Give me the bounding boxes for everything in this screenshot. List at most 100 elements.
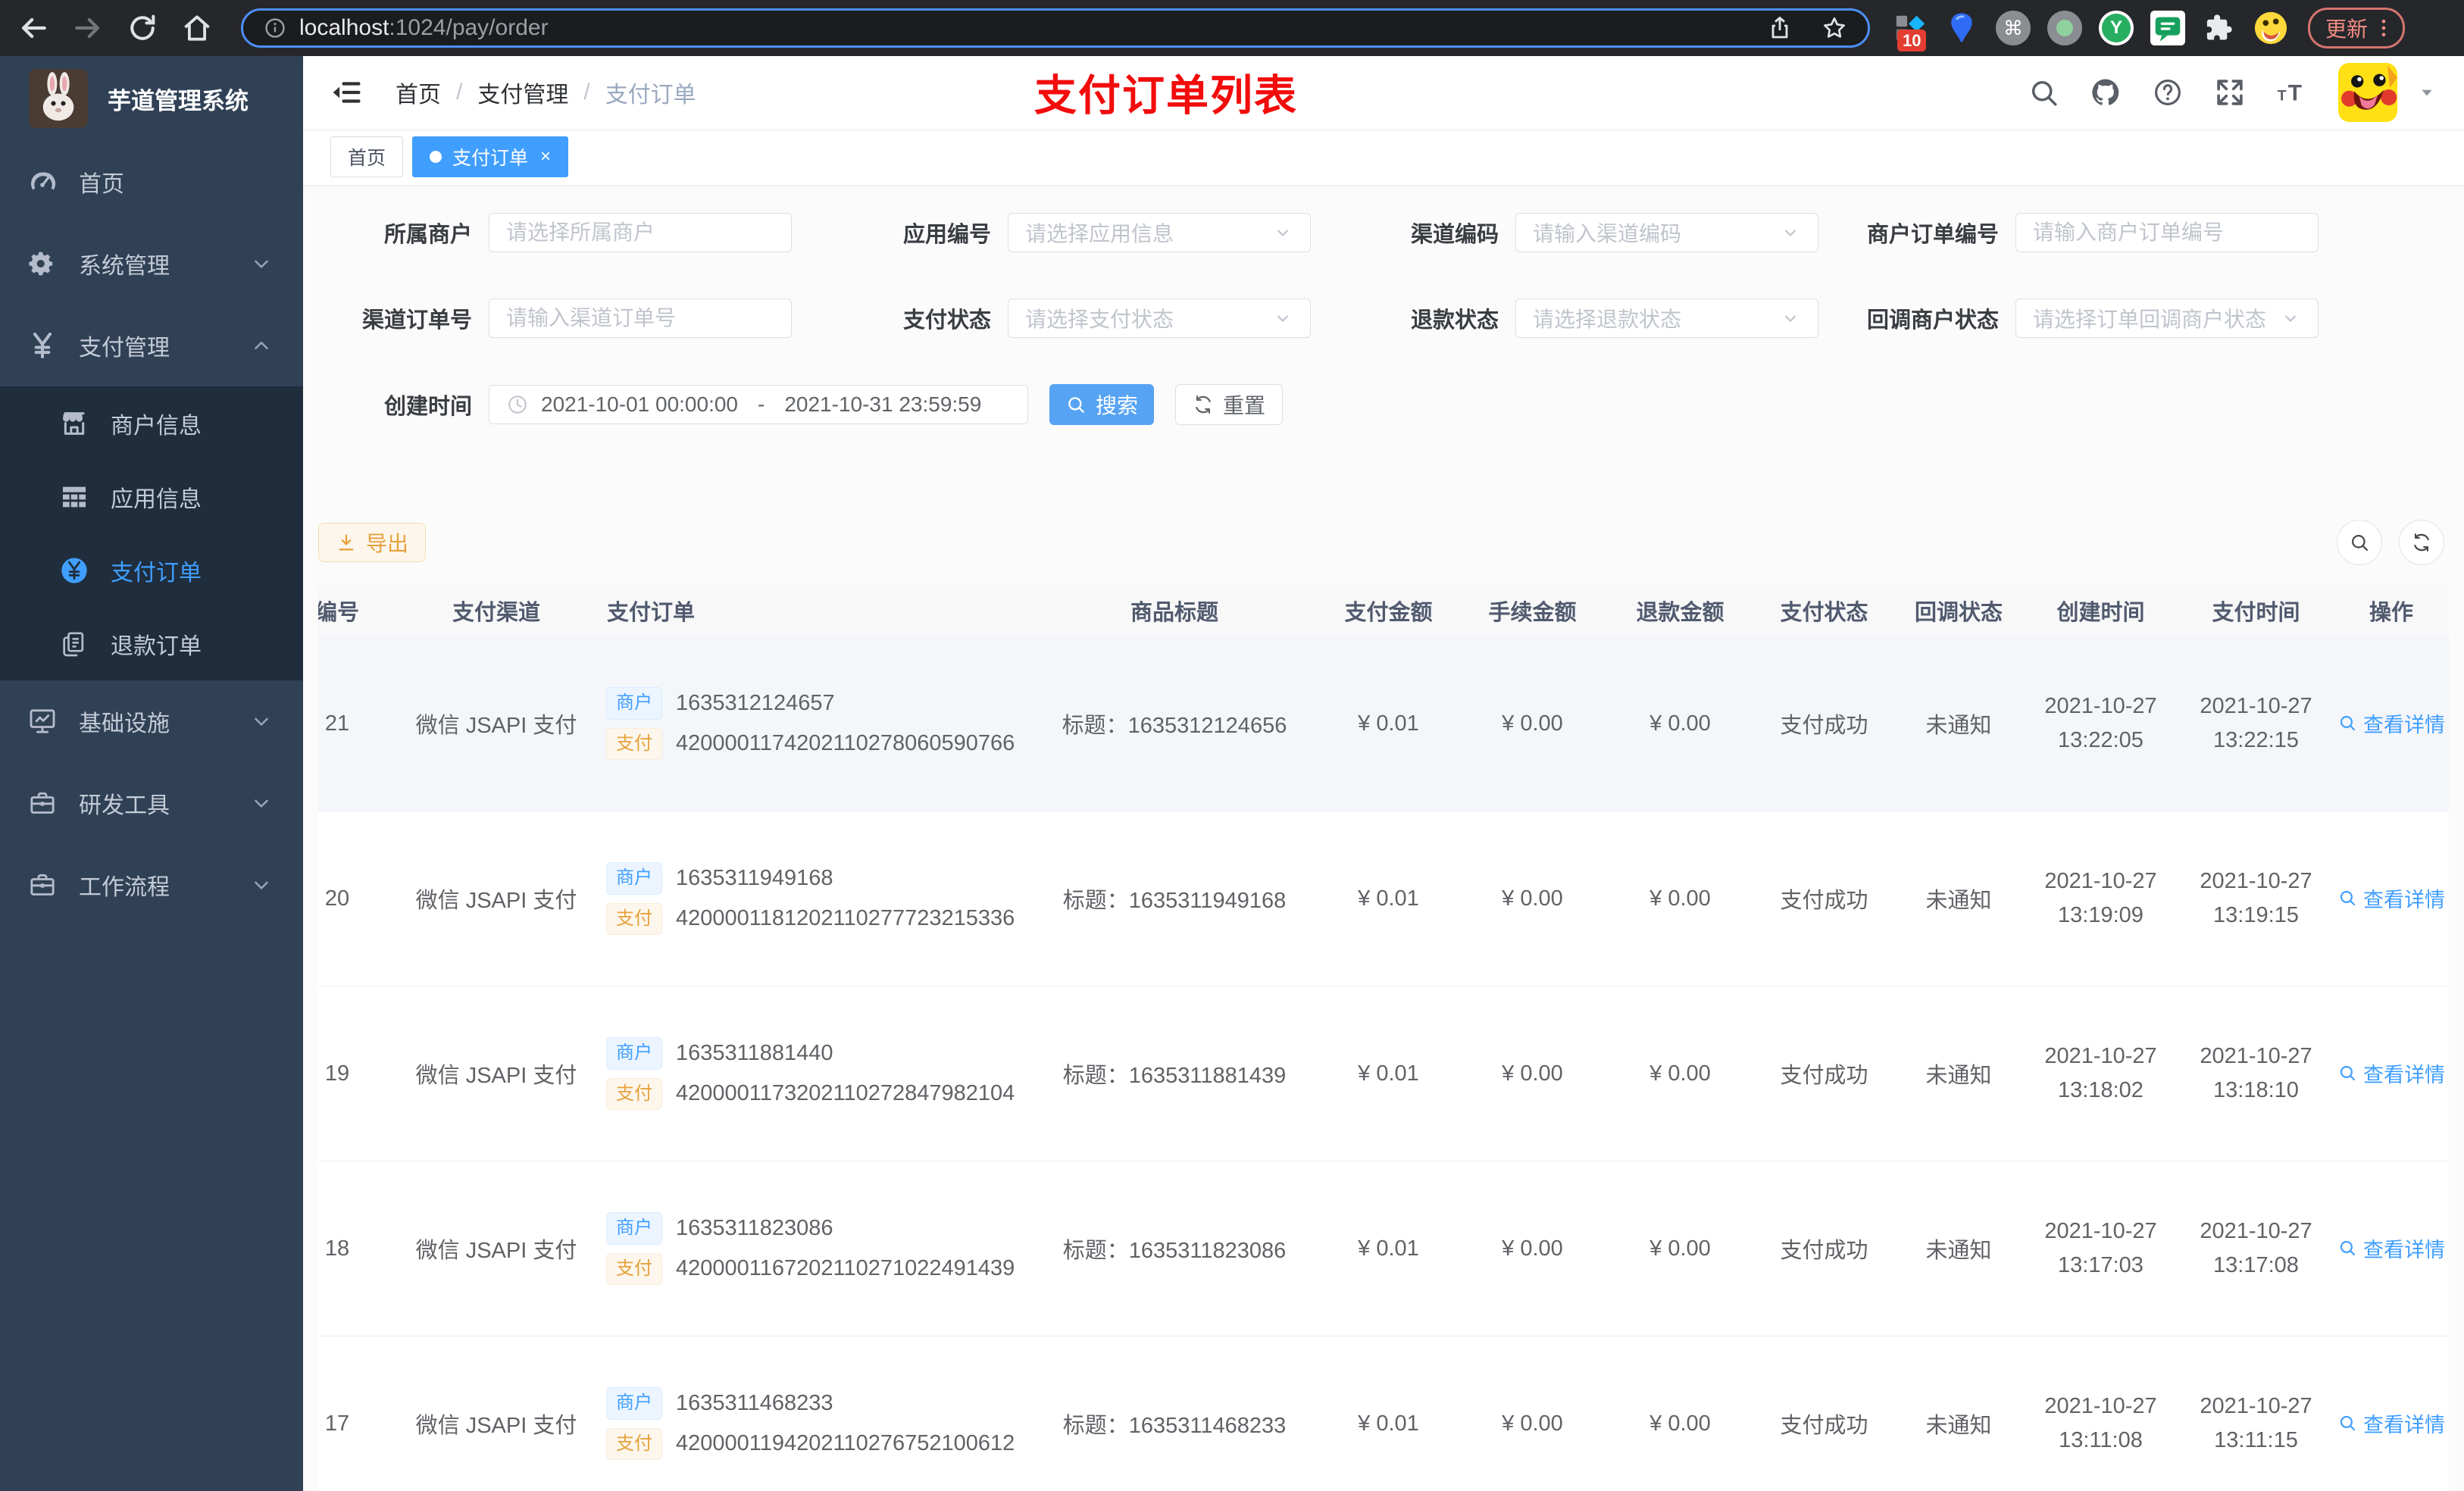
monitor-icon [27, 706, 58, 736]
extensions-puzzle-icon[interactable] [2202, 11, 2237, 45]
order-number: 4200001181202110277723215336 [676, 906, 1015, 931]
toggle-search-button[interactable] [2337, 520, 2382, 565]
sidebar-item-yen[interactable]: 支付管理 [0, 305, 303, 386]
help-icon[interactable] [2152, 77, 2184, 108]
sketch-extension-icon[interactable]: 10 [1893, 11, 1928, 52]
filter-select[interactable]: 请选择支付状态 [1008, 299, 1311, 338]
table-row[interactable]: 20 微信 JSAPI 支付 商户 1635311949168 支付 4200001181… [318, 811, 2449, 986]
merchant-tag: 商户 [606, 1037, 662, 1070]
browser-menu-dots-icon[interactable] [2372, 17, 2395, 39]
dot-extension-icon[interactable] [2047, 11, 2082, 45]
sidebar-item-document[interactable]: 退款订单 [0, 607, 303, 680]
view-detail-link[interactable]: 查看详情 [2337, 883, 2445, 913]
browser-home-icon[interactable] [180, 11, 214, 45]
export-button[interactable]: 导出 [318, 523, 426, 562]
svg-text:T: T [2288, 81, 2302, 106]
filter-select[interactable]: 请选择退款状态 [1515, 299, 1818, 338]
search-small-icon [2337, 1413, 2357, 1433]
paid-date: 2021-10-27 [2200, 1219, 2312, 1244]
cell-status: 支付成功 [1754, 986, 1894, 1161]
chat-extension-icon[interactable] [2150, 11, 2185, 45]
filter-select[interactable]: 请选择订单回调商户状态 [2015, 299, 2319, 338]
address-bar[interactable]: localhost:1024/pay/order [241, 8, 1870, 48]
filter-field: 支付状态 请选择支付状态 [792, 299, 1311, 338]
cell-amount: ¥ 0.01 [1318, 811, 1459, 986]
search-icon[interactable] [2028, 77, 2059, 108]
extension-row: 10 ⌘ Y [1893, 11, 2288, 52]
bookmark-star-icon[interactable] [1821, 14, 1848, 42]
table-row[interactable]: 21 微信 JSAPI 支付 商户 1635312124657 支付 4200001174… [318, 636, 2449, 811]
sidebar-item-store[interactable]: 商户信息 [0, 386, 303, 460]
filter-field: 渠道订单号 [318, 299, 792, 338]
view-detail-link[interactable]: 查看详情 [2337, 708, 2445, 738]
balloon-extension-icon[interactable] [1944, 11, 1979, 45]
breadcrumb-home[interactable]: 首页 [396, 76, 441, 109]
date-range-picker[interactable]: 2021-10-01 00:00:00-2021-10-31 23:59:59 [489, 385, 1028, 424]
search-small-icon [2337, 1063, 2357, 1083]
sidebar-item-monitor[interactable]: 基础设施 [0, 680, 303, 762]
column-header: 支付订单 [606, 585, 1030, 636]
filter-input[interactable] [489, 299, 792, 338]
cell-paid: 2021-10-27 13:19:15 [2178, 811, 2334, 986]
emoji-profile-icon[interactable] [2253, 11, 2288, 45]
filter-label: 回调商户状态 [1866, 308, 1999, 333]
font-size-icon[interactable]: TT [2276, 77, 2308, 108]
sidebar-item-yen-circle[interactable]: 支付订单 [0, 533, 303, 607]
command-extension-icon[interactable]: ⌘ [1996, 11, 2031, 45]
sidebar-fold-icon[interactable] [330, 76, 364, 109]
site-info-icon[interactable] [263, 16, 287, 40]
reset-button[interactable]: 重置 [1175, 384, 1283, 425]
sidebar-item-dashboard[interactable]: 首页 [0, 141, 303, 223]
pay-tag: 支付 [606, 902, 662, 935]
browser-back-icon[interactable] [17, 11, 50, 45]
table-row[interactable]: 19 微信 JSAPI 支付 商户 1635311881440 支付 4200001173… [318, 986, 2449, 1161]
cell-fee: ¥ 0.00 [1459, 636, 1606, 811]
avatar-caret-icon[interactable] [2417, 83, 2437, 102]
app-logo[interactable]: 芋道管理系统 [0, 56, 303, 141]
table-row[interactable]: 17 微信 JSAPI 支付 商户 1635311468233 支付 4200001194… [318, 1336, 2449, 1491]
cell-action: 查看详情 [2334, 986, 2449, 1161]
sidebar-item-toolbox[interactable]: 研发工具 [0, 762, 303, 844]
page-annotation: 支付订单列表 [1034, 71, 1298, 120]
filter-select[interactable]: 请选择应用信息 [1008, 213, 1311, 252]
share-icon[interactable] [1766, 14, 1793, 42]
y-extension-icon[interactable]: Y [2099, 11, 2134, 45]
select-arrow-icon [2280, 308, 2301, 329]
cell-pay-order: 商户 1635312124657 支付 42000011742021102780605… [606, 636, 1030, 811]
filter-input[interactable] [2015, 213, 2319, 252]
tag-tab[interactable]: 支付订单 × [412, 136, 569, 177]
browser-forward-icon[interactable] [71, 11, 105, 45]
cell-id: 18 [318, 1161, 386, 1336]
order-number: 1635312124657 [676, 690, 835, 715]
sidebar-item-gear[interactable]: 系统管理 [0, 223, 303, 305]
close-tab-icon[interactable]: × [540, 146, 551, 167]
cell-action: 查看详情 [2334, 1161, 2449, 1336]
search-button[interactable]: 搜索 [1049, 384, 1154, 425]
select-placeholder: 请选择订单回调商户状态 [2033, 308, 2267, 331]
filter-input[interactable] [489, 213, 792, 252]
view-detail-link[interactable]: 查看详情 [2337, 1058, 2445, 1088]
sidebar-item-briefcase[interactable]: 工作流程 [0, 844, 303, 926]
breadcrumb-pay-manage[interactable]: 支付管理 [477, 76, 568, 109]
table-row[interactable]: 18 微信 JSAPI 支付 商户 1635311823086 支付 4200001167… [318, 1161, 2449, 1336]
cell-fee: ¥ 0.00 [1459, 986, 1606, 1161]
view-detail-link[interactable]: 查看详情 [2337, 1408, 2445, 1438]
view-detail-link[interactable]: 查看详情 [2337, 1233, 2445, 1263]
view-detail-label: 查看详情 [2363, 1413, 2445, 1436]
browser-update-button[interactable]: 更新 [2308, 8, 2406, 48]
filter-label: 所属商户 [383, 223, 472, 247]
tag-tab[interactable]: 首页 [330, 136, 404, 177]
github-icon[interactable] [2090, 77, 2122, 108]
user-avatar[interactable] [2338, 63, 2397, 122]
refresh-button[interactable] [2399, 520, 2444, 565]
fullscreen-icon[interactable] [2214, 77, 2246, 108]
extension-badge: 10 [1897, 29, 1927, 52]
paid-date: 2021-10-27 [2200, 869, 2312, 894]
merchant-tag: 商户 [606, 862, 662, 895]
date-start: 2021-10-01 00:00:00 [541, 392, 738, 416]
filter-row: 所属商户 应用编号 请选择应用信息 渠道编码 请输入渠道编码 商户订单编号 [318, 213, 2449, 252]
sidebar-item-grid[interactable]: 应用信息 [0, 460, 303, 533]
browser-reload-icon[interactable] [126, 11, 159, 45]
filter-select[interactable]: 请输入渠道编码 [1515, 213, 1818, 252]
orders-table-wrap: 编号 支付渠道 支付订单 商品标题 支付金额 手续金额 退款金额 支付状态 回调状态 创建时间 支付… [318, 585, 2449, 1491]
